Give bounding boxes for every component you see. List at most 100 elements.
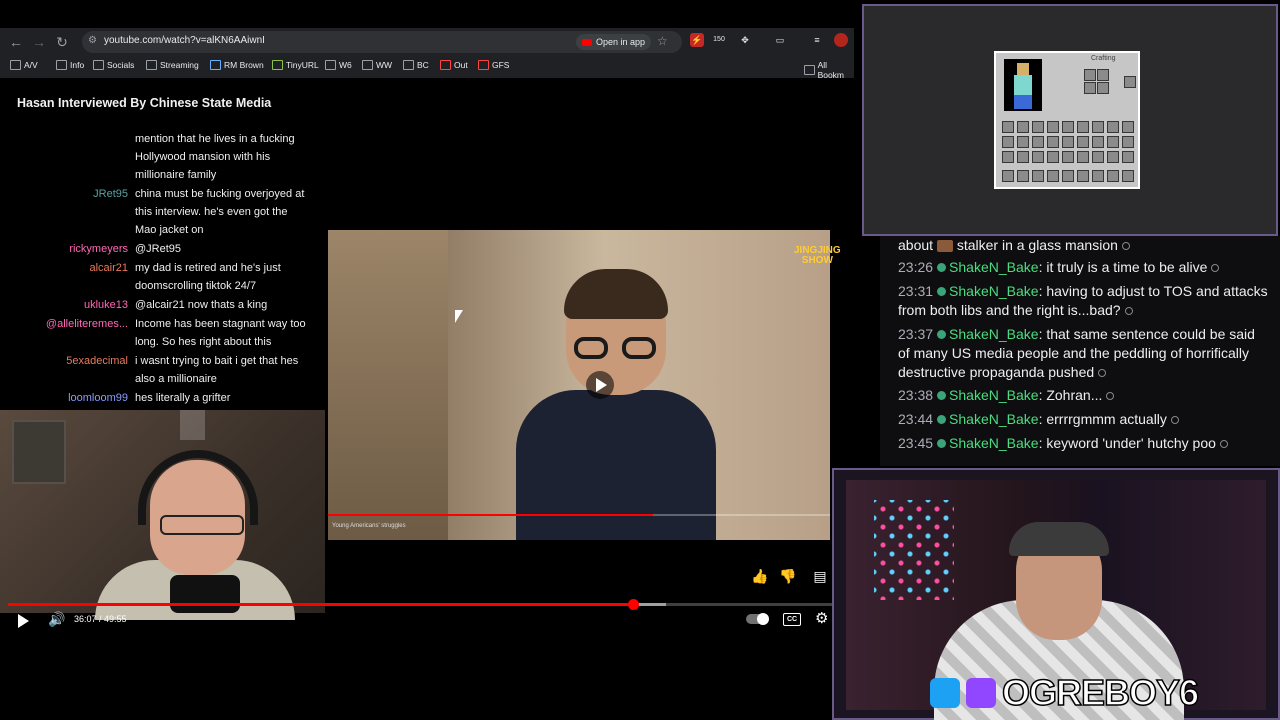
chat-username[interactable]: loomloom99 <box>8 389 128 407</box>
comments-icon[interactable]: ▤ <box>810 566 830 586</box>
inventory-slot[interactable] <box>1092 121 1104 133</box>
like-icon[interactable]: 👍 <box>750 566 770 586</box>
inventory-slot[interactable] <box>1032 136 1044 148</box>
reload-icon[interactable]: ↻ <box>52 32 72 52</box>
inventory-slot[interactable] <box>1002 151 1014 163</box>
bookmark-w6[interactable]: W6 <box>325 60 352 70</box>
play-overlay-button[interactable] <box>586 371 614 399</box>
inventory-slot[interactable] <box>1077 170 1089 182</box>
inventory-slot[interactable] <box>1122 136 1134 148</box>
bookmark-socials[interactable]: Socials <box>93 60 134 70</box>
bookmark-av[interactable]: A/V <box>10 60 38 70</box>
autoplay-toggle[interactable] <box>746 613 769 625</box>
extension-badge-icon[interactable]: 150 <box>712 33 726 47</box>
bookmark-info[interactable]: Info <box>56 60 84 70</box>
chat-username[interactable]: ShakeN_Bake <box>949 435 1039 451</box>
inventory-slot[interactable] <box>1092 170 1104 182</box>
bookmark-star-icon[interactable]: ☆ <box>657 34 668 48</box>
chat-username[interactable]: ukluke13 <box>8 296 128 314</box>
scrubber-handle[interactable] <box>628 599 639 610</box>
inventory-slot[interactable] <box>1032 121 1044 133</box>
bookmark-tinyurl[interactable]: TinyURL <box>272 60 319 70</box>
inventory-slot[interactable] <box>1107 170 1119 182</box>
chat-username[interactable]: rickymeyers <box>8 240 128 258</box>
inventory-slot[interactable] <box>1032 151 1044 163</box>
chat-message-line: long. So hes right about this <box>135 336 272 348</box>
extension-red-icon[interactable]: ⚡ <box>690 33 704 47</box>
inventory-slot[interactable] <box>1017 170 1029 182</box>
dislike-icon[interactable]: 👎 <box>778 566 798 586</box>
inventory-slot[interactable] <box>1032 170 1044 182</box>
inventory-slot[interactable] <box>1047 136 1059 148</box>
chat-username[interactable]: ShakeN_Bake <box>949 283 1039 299</box>
options-icon[interactable] <box>1219 440 1228 448</box>
inventory-slot[interactable] <box>1077 136 1089 148</box>
crafting-slot[interactable] <box>1084 69 1096 81</box>
inventory-slot[interactable] <box>1077 121 1089 133</box>
options-icon[interactable] <box>1098 369 1107 377</box>
crafting-slot[interactable] <box>1097 82 1109 94</box>
inventory-slot[interactable] <box>1047 121 1059 133</box>
back-icon[interactable]: ← <box>6 32 26 52</box>
inventory-slot[interactable] <box>1017 151 1029 163</box>
chat-username[interactable]: JRet95 <box>8 185 128 203</box>
captions-icon[interactable]: CC <box>783 613 801 626</box>
crafting-slot[interactable] <box>1097 69 1109 81</box>
chat-username[interactable]: ShakeN_Bake <box>949 387 1039 403</box>
chat-username[interactable]: alcair21 <box>8 259 128 277</box>
open-in-app-button[interactable]: Open in app <box>576 34 652 50</box>
inventory-slot[interactable] <box>1092 151 1104 163</box>
forward-icon[interactable]: → <box>29 32 49 52</box>
chat-username[interactable]: ShakeN_Bake <box>949 326 1039 342</box>
options-icon[interactable] <box>1121 242 1130 250</box>
inventory-slot[interactable] <box>1002 136 1014 148</box>
bookmark-streaming[interactable]: Streaming <box>146 60 199 70</box>
inventory-slot[interactable] <box>1122 151 1134 163</box>
embedded-video[interactable]: JINGJING SHOW Young Americans' struggles <box>328 230 841 540</box>
options-icon[interactable] <box>1170 416 1179 424</box>
inventory-slot[interactable] <box>1107 151 1119 163</box>
inventory-slot[interactable] <box>1017 136 1029 148</box>
media-icon[interactable]: ≡ <box>810 33 824 47</box>
inventory-slot[interactable] <box>1122 121 1134 133</box>
bookmark-out[interactable]: Out <box>440 60 468 70</box>
chat-username[interactable]: 5exadecimal <box>8 352 128 370</box>
inventory-slot[interactable] <box>1017 121 1029 133</box>
crafting-slot[interactable] <box>1084 82 1096 94</box>
bookmark-gfs[interactable]: GFS <box>478 60 509 70</box>
inventory-slot[interactable] <box>1092 136 1104 148</box>
inventory-slot[interactable] <box>1062 151 1074 163</box>
cast-icon[interactable]: ▭ <box>773 33 787 47</box>
crafting-slot[interactable] <box>1124 76 1136 88</box>
bookmark-bc[interactable]: BC <box>403 60 429 70</box>
inventory-slot[interactable] <box>1047 151 1059 163</box>
chat-username[interactable]: ShakeN_Bake <box>949 259 1039 275</box>
settings-gear-icon[interactable]: ⚙ <box>815 609 828 627</box>
bookmark-rm-brown[interactable]: RM Brown <box>210 60 264 70</box>
options-icon[interactable] <box>1106 392 1115 400</box>
inventory-slot[interactable] <box>1062 136 1074 148</box>
site-info-icon[interactable]: ⚙ <box>88 35 97 46</box>
options-icon[interactable] <box>1124 307 1133 315</box>
chat-username[interactable]: ShakeN_Bake <box>949 411 1039 427</box>
address-bar[interactable]: ⚙ youtube.com/watch?v=alKN6AAiwnI Open i… <box>82 31 682 53</box>
inventory-slot[interactable] <box>1077 151 1089 163</box>
bookmark-all[interactable]: All Bookm <box>804 60 854 80</box>
bookmark-ww[interactable]: WW <box>362 60 392 70</box>
inventory-slot[interactable] <box>1062 121 1074 133</box>
chat-message-line: @JRet95 <box>135 243 182 255</box>
inventory-slot[interactable] <box>1047 170 1059 182</box>
inventory-slot[interactable] <box>1002 121 1014 133</box>
volume-icon[interactable]: 🔊 <box>48 611 65 628</box>
options-icon[interactable] <box>1211 264 1220 272</box>
inventory-slot[interactable] <box>1107 136 1119 148</box>
chat-username[interactable]: @alleliteremes... <box>8 315 128 333</box>
extensions-puzzle-icon[interactable]: ✥ <box>738 33 752 47</box>
play-icon[interactable] <box>18 614 29 628</box>
inventory-slot[interactable] <box>1062 170 1074 182</box>
profile-avatar-icon[interactable] <box>834 33 848 47</box>
chat-message-line: my dad is retired and he's just <box>135 262 281 274</box>
inventory-slot[interactable] <box>1122 170 1134 182</box>
inventory-slot[interactable] <box>1107 121 1119 133</box>
inventory-slot[interactable] <box>1002 170 1014 182</box>
